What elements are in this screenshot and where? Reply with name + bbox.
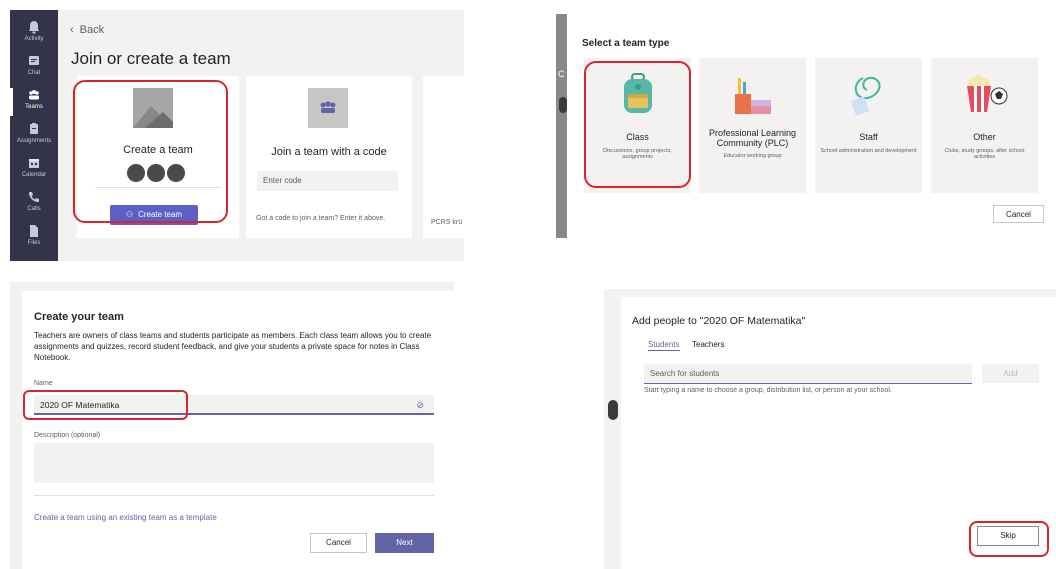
rail-label: Teams	[25, 104, 43, 110]
join-team-hint: Got a code to join a team? Enter it abov…	[256, 215, 386, 222]
tab-students[interactable]: Students	[648, 340, 680, 351]
highlight-class-card	[584, 61, 691, 188]
team-type-title-plc: Professional Learning Community (PLC)	[708, 128, 797, 148]
cancel-button[interactable]: Cancel	[310, 533, 367, 553]
description-label: Description (optional)	[34, 432, 101, 439]
next-button[interactable]: Next	[375, 533, 434, 553]
app-rail: Activity Chat Teams Assignments Calendar…	[10, 10, 58, 261]
dialog-description: Teachers are owners of class teams and s…	[34, 331, 432, 362]
teams-icon	[29, 90, 39, 100]
highlight-skip-button	[969, 521, 1049, 557]
background-strip	[556, 14, 567, 238]
team-type-title: Select a team type	[582, 38, 670, 49]
divider	[34, 495, 434, 496]
rail-item-chat[interactable]: Chat	[10, 52, 58, 84]
add-button[interactable]: Add	[982, 364, 1039, 383]
rail-item-files[interactable]: Files	[10, 222, 58, 254]
check-circle-icon: ⊘	[416, 400, 424, 410]
description-input[interactable]	[34, 443, 434, 483]
team-type-plc[interactable]: Professional Learning Community (PLC) Ed…	[699, 58, 806, 193]
team-type-staff[interactable]: Staff School administration and developm…	[815, 58, 922, 193]
join-team-title: Join a team with a code	[271, 146, 387, 158]
background-avatar	[608, 400, 618, 420]
team-type-desc-other: Clubs, study groups, after school activi…	[944, 148, 1025, 160]
highlight-name-field	[23, 390, 188, 420]
background-avatar	[559, 97, 567, 113]
rail-item-activity[interactable]: Activity	[10, 18, 58, 50]
calendar-icon	[29, 159, 39, 168]
assignments-icon	[30, 123, 38, 134]
phone-icon	[29, 192, 39, 202]
tab-teachers[interactable]: Teachers	[692, 340, 724, 349]
rail-label: Assignments	[16, 138, 52, 144]
team-type-other[interactable]: Other Clubs, study groups, after school …	[931, 58, 1038, 193]
rail-label: Calls	[27, 206, 41, 212]
team-type-title-other: Other	[973, 132, 996, 142]
cancel-button[interactable]: Cancel	[993, 205, 1044, 223]
popcorn-ball-icon	[967, 75, 1008, 112]
name-label: Name	[34, 380, 53, 387]
team-type-desc-staff: School administration and development	[820, 148, 917, 154]
student-search-input[interactable]: Search for students	[644, 364, 972, 384]
search-hint: Start typing a name to choose a group, d…	[644, 387, 892, 394]
bell-icon	[29, 21, 39, 34]
team-code-input[interactable]: Enter code	[257, 171, 398, 191]
rail-label: Files	[27, 240, 41, 246]
template-link[interactable]: Create a team using an existing team as …	[34, 513, 217, 522]
dialog-title: Create your team	[34, 311, 124, 323]
lanyard-badge-icon	[851, 76, 881, 116]
highlight-create-card	[73, 80, 228, 223]
page-title: Join or create a team	[71, 49, 231, 68]
join-team-image	[308, 88, 348, 128]
public-teams-card: PCRS krü	[423, 76, 464, 238]
pencil-cup-icon	[735, 78, 771, 114]
team-type-desc-plc: Educator working group	[723, 153, 782, 159]
rail-item-assignments[interactable]: Assignments	[10, 120, 58, 152]
back-label: Back	[79, 24, 105, 36]
chevron-left-icon: ‹	[70, 24, 74, 36]
files-icon	[30, 225, 38, 237]
rail-label: Activity	[24, 36, 44, 42]
dialog-title: Add people to "2020 OF Matematika"	[632, 315, 806, 327]
chat-icon	[29, 56, 39, 65]
rail-label: Calendar	[21, 172, 47, 178]
rail-item-calendar[interactable]: Calendar	[10, 154, 58, 186]
teams-icon	[320, 101, 336, 113]
join-or-create-panel: Activity Chat Teams Assignments Calendar…	[10, 10, 464, 261]
join-team-card: Join a team with a code Got a code to jo…	[246, 76, 412, 238]
background-letter: C	[558, 69, 565, 79]
rail-item-calls[interactable]: Calls	[10, 188, 58, 220]
back-link[interactable]: ‹ Back	[70, 24, 104, 36]
rail-label: Chat	[27, 70, 41, 76]
rail-item-teams[interactable]: Teams	[10, 86, 58, 118]
public-teams-text: PCRS krü	[431, 219, 463, 226]
team-type-title-staff: Staff	[859, 132, 878, 142]
